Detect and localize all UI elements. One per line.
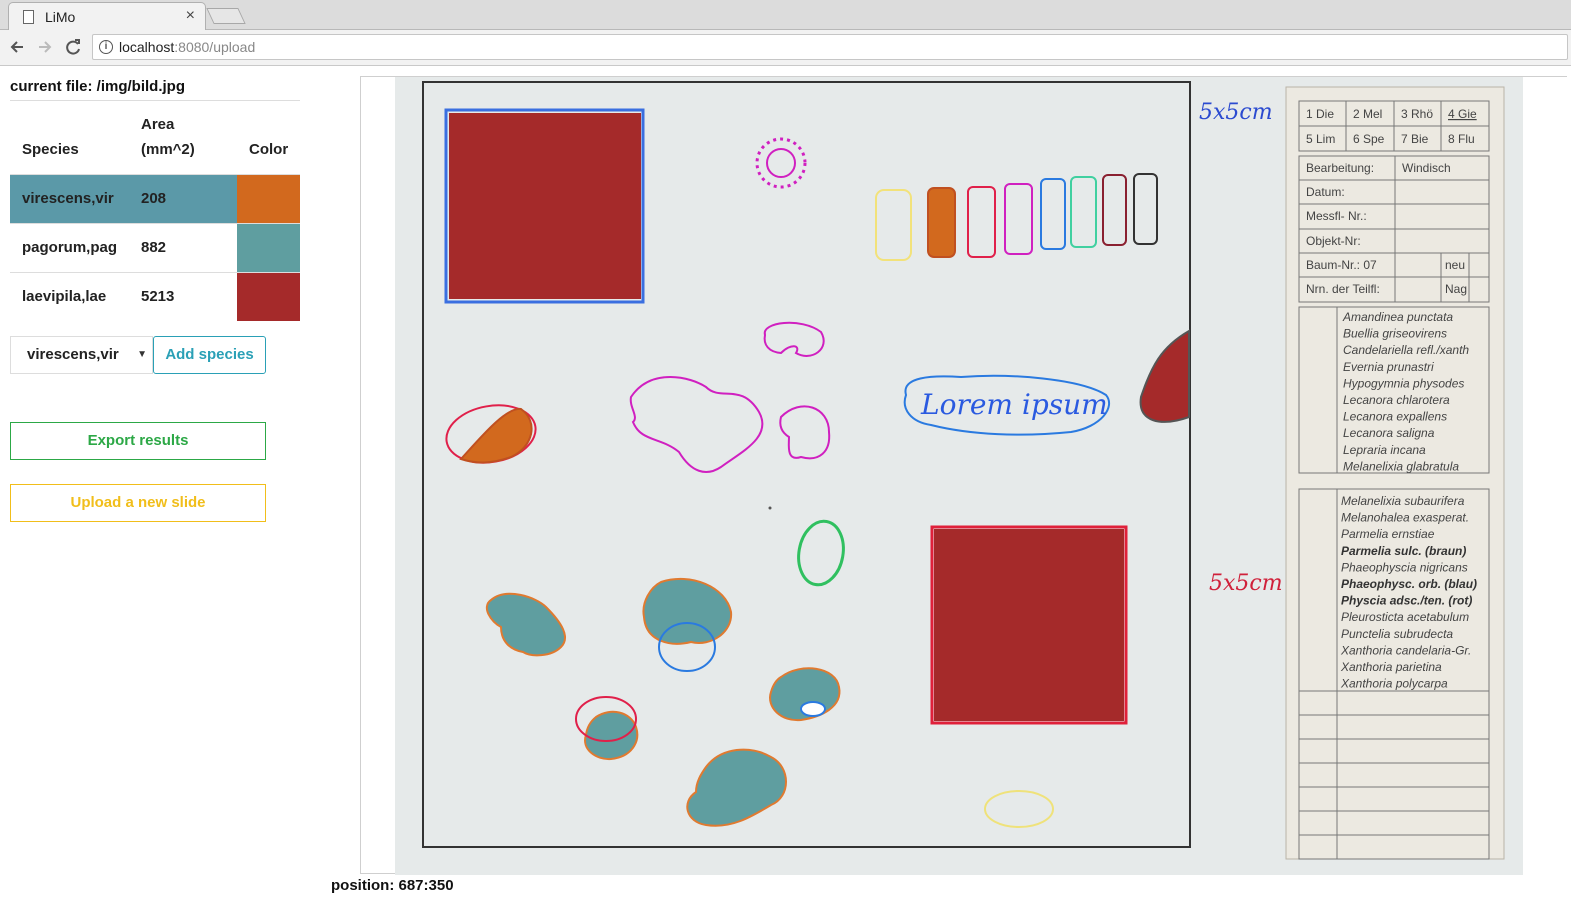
slide-image[interactable]: Lorem ipsum 5x5cm 5x5cm 1 Die 2 Mel 3 Rh…	[361, 77, 1568, 875]
export-results-button[interactable]: Export results	[10, 422, 266, 460]
handwritten-label: 5x5cm	[1199, 100, 1273, 125]
species-list-item: Parmelia ernstiae	[1341, 527, 1435, 541]
back-arrow-icon[interactable]	[6, 36, 28, 58]
handwritten-label: 5x5cm	[1209, 571, 1283, 596]
species-list-item: Melanelixia glabratula	[1343, 459, 1459, 473]
tab-title: LiMo	[45, 9, 76, 25]
reload-icon[interactable]	[62, 36, 84, 58]
species-list-item: Xanthoria polycarpa	[1340, 677, 1448, 691]
color-swatch[interactable]	[237, 222, 300, 272]
address-bar[interactable]: i localhost:8080/upload	[92, 34, 1568, 60]
browser-tab[interactable]: LiMo ×	[8, 2, 206, 30]
svg-text:Nag: Nag	[1445, 282, 1467, 296]
new-tab-button[interactable]	[206, 8, 246, 24]
species-cell: pagorum,pag	[10, 222, 129, 272]
species-list-item: Xanthoria parietina	[1340, 660, 1442, 674]
svg-text:7 Bie: 7 Bie	[1401, 132, 1429, 146]
species-list-item: Melanohalea exasperat.	[1341, 511, 1469, 525]
svg-text:Messfl- Nr.:: Messfl- Nr.:	[1306, 209, 1367, 223]
position-readout: position: 687:350	[331, 877, 454, 894]
svg-text:1 Die: 1 Die	[1306, 107, 1334, 121]
caret-down-icon: ▼	[137, 349, 147, 360]
svg-text:Objekt-Nr:: Objekt-Nr:	[1306, 234, 1361, 248]
area-cell: 208	[129, 173, 237, 223]
species-list-item: Phaeophyscia nigricans	[1341, 560, 1468, 574]
lae-region[interactable]	[934, 529, 1124, 721]
table-row[interactable]: laevipila,lae 5213	[10, 271, 300, 321]
vir-region[interactable]	[927, 187, 956, 258]
species-list-item: Evernia prunastri	[1343, 360, 1434, 374]
species-list-item: Hypogymnia physodes	[1343, 376, 1464, 390]
svg-text:Bearbeitung:: Bearbeitung:	[1306, 161, 1374, 175]
species-list-item: Buellia griseovirens	[1343, 327, 1447, 341]
info-icon[interactable]: i	[99, 40, 113, 54]
current-file-label: current file: /img/bild.jpg	[10, 78, 186, 95]
table-row[interactable]: virescens,vir 208	[10, 173, 300, 223]
species-list-item: Parmelia sulc. (braun)	[1341, 544, 1466, 558]
cursor-marker	[768, 506, 772, 510]
species-list-item: Candelariella refl./xanth	[1343, 343, 1469, 357]
close-tab-icon[interactable]: ×	[186, 7, 195, 25]
forward-arrow-icon[interactable]	[34, 36, 56, 58]
svg-text:neu: neu	[1445, 258, 1465, 272]
lae-region[interactable]	[449, 113, 641, 299]
species-select[interactable]: virescens,vir ▼	[10, 336, 153, 374]
species-list-item: Lepraria incana	[1343, 443, 1426, 457]
page-icon	[23, 10, 34, 24]
species-list-item: Lecanora expallens	[1343, 410, 1447, 424]
area-cell: 882	[129, 222, 237, 272]
svg-text:4 Gie: 4 Gie	[1448, 107, 1477, 121]
species-cell: virescens,vir	[10, 173, 129, 223]
species-list-item: Phaeophysc. orb. (blau)	[1341, 577, 1477, 591]
species-list-item: Lecanora chlarotera	[1343, 393, 1450, 407]
pag-region[interactable]	[584, 710, 639, 761]
svg-text:6 Spe: 6 Spe	[1353, 132, 1385, 146]
area-column-header: Area (mm^2)	[141, 115, 195, 158]
area-cell: 5213	[129, 271, 237, 321]
upload-slide-button[interactable]: Upload a new slide	[10, 484, 266, 522]
svg-text:Datum:: Datum:	[1306, 185, 1345, 199]
species-list-item: Lecanora saligna	[1343, 426, 1435, 440]
tab-bar: LiMo ×	[0, 0, 1571, 30]
species-cell: laevipila,lae	[10, 271, 129, 321]
browser-toolbar: i localhost:8080/upload	[0, 30, 1571, 66]
svg-text:8 Flu: 8 Flu	[1448, 132, 1475, 146]
species-list-item: Punctelia subrudecta	[1341, 627, 1453, 641]
svg-text:Windisch: Windisch	[1402, 161, 1451, 175]
svg-text:2 Mel: 2 Mel	[1353, 107, 1382, 121]
divider	[10, 100, 300, 101]
svg-text:Nrn. der Teilfl:: Nrn. der Teilfl:	[1306, 282, 1380, 296]
bubble-text: Lorem ipsum	[920, 388, 1108, 421]
species-list-item: Pleurosticta acetabulum	[1341, 610, 1469, 624]
color-column-header: Color	[249, 140, 289, 158]
species-table: Species Area (mm^2) Color virescens,vir …	[10, 102, 300, 321]
svg-text:5 Lim: 5 Lim	[1306, 132, 1335, 146]
svg-text:3 Rhö: 3 Rhö	[1401, 107, 1433, 121]
species-list-item: Physcia adsc./ten. (rot)	[1341, 594, 1472, 608]
color-swatch[interactable]	[237, 173, 300, 223]
add-species-button[interactable]: Add species	[153, 336, 266, 374]
url-text: localhost:8080/upload	[119, 39, 256, 55]
color-swatch[interactable]	[237, 271, 300, 321]
species-list-item: Melanelixia subaurifera	[1341, 494, 1465, 508]
table-row[interactable]: pagorum,pag 882	[10, 222, 300, 272]
table-header-row: Species Area (mm^2) Color	[10, 102, 300, 174]
svg-text:Baum-Nr.: 07: Baum-Nr.: 07	[1306, 258, 1377, 272]
species-column-header: Species	[22, 140, 79, 158]
species-list-item: Amandinea punctata	[1342, 310, 1453, 324]
slide-canvas[interactable]: Lorem ipsum 5x5cm 5x5cm 1 Die 2 Mel 3 Rh…	[360, 76, 1568, 875]
species-list-item: Xanthoria candelaria-Gr.	[1340, 643, 1471, 657]
